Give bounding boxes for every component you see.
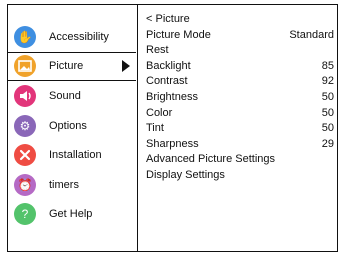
setting-row-advanced-picture-settings[interactable]: Advanced Picture Settings [146, 152, 334, 168]
setting-row-rest[interactable]: Rest [146, 43, 334, 59]
sidebar-item-label: Sound [49, 89, 81, 102]
setting-row-display-settings[interactable]: Display Settings [146, 168, 334, 184]
setting-value: Standard [289, 28, 334, 41]
setting-row-picture-mode[interactable]: Picture Mode Standard [146, 28, 334, 44]
setting-label: Display Settings [146, 168, 225, 181]
setting-row-sharpness[interactable]: Sharpness 29 [146, 137, 334, 153]
setting-label: Sharpness [146, 137, 199, 150]
sidebar-item-label: Accessibility [49, 30, 109, 43]
sidebar-item-accessibility[interactable]: ✋ Accessibility [8, 22, 136, 52]
setting-value: 85 [321, 59, 334, 72]
picture-settings-panel: < Picture Picture Mode Standard Rest Bac… [146, 12, 334, 184]
sidebar-item-picture[interactable]: Picture [8, 51, 136, 82]
sidebar-item-timers[interactable]: ⏰ timers [8, 170, 136, 200]
setting-value: 50 [321, 106, 334, 119]
picture-icon [14, 55, 36, 78]
setting-label: Color [146, 106, 173, 119]
sidebar: ✋ Accessibility Picture Sound ⚙ Options … [8, 22, 136, 229]
setting-label: Backlight [146, 59, 191, 72]
setting-value: 29 [321, 137, 334, 150]
setting-label: Picture Mode [146, 28, 211, 41]
sidebar-item-get-help[interactable]: ? Get Help [8, 200, 136, 230]
panel-title: < Picture [146, 13, 190, 25]
sidebar-item-label: Options [49, 119, 87, 132]
setting-value: 50 [321, 90, 334, 103]
setting-value: 50 [321, 122, 334, 135]
sidebar-item-label: Installation [49, 149, 102, 162]
setting-row-contrast[interactable]: Contrast 92 [146, 74, 334, 90]
setting-label: Brightness [146, 90, 198, 103]
menu-divider [137, 4, 138, 252]
sidebar-item-label: Picture [49, 60, 84, 73]
help-icon: ? [14, 203, 36, 226]
sidebar-item-label: Get Help [49, 208, 93, 221]
setting-label: Contrast [146, 75, 188, 88]
back-to-picture-link[interactable]: < Picture [146, 12, 334, 28]
setting-value: 92 [321, 75, 334, 88]
setting-row-brightness[interactable]: Brightness 50 [146, 90, 334, 106]
sidebar-item-options[interactable]: ⚙ Options [8, 111, 136, 141]
setting-row-color[interactable]: Color 50 [146, 106, 334, 122]
setting-row-backlight[interactable]: Backlight 85 [146, 59, 334, 75]
setting-label: Advanced Picture Settings [146, 153, 276, 166]
hand-icon: ✋ [14, 25, 36, 48]
setting-row-tint[interactable]: Tint 50 [146, 121, 334, 137]
sidebar-item-label: timers [49, 178, 79, 191]
sidebar-item-sound[interactable]: Sound [8, 81, 136, 111]
speaker-icon [14, 84, 36, 107]
tools-icon [14, 144, 36, 167]
chevron-right-icon [122, 60, 130, 73]
setting-label: Tint [146, 122, 164, 135]
gear-icon: ⚙ [14, 114, 36, 137]
setting-label: Rest [146, 44, 169, 57]
alarm-clock-icon: ⏰ [14, 173, 36, 196]
sidebar-item-installation[interactable]: Installation [8, 140, 136, 170]
